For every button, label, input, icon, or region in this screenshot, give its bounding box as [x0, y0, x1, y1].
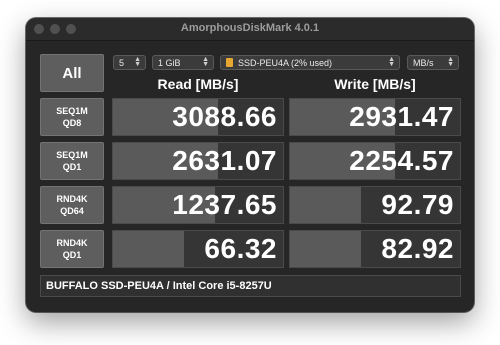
- seq1m-qd8-button[interactable]: SEQ1M QD8: [40, 98, 104, 136]
- test-size-value: 1 GiB: [158, 57, 181, 68]
- read-value: 2631.07: [172, 145, 277, 176]
- row-label-line1: RND4K: [56, 238, 88, 248]
- title-bar: AmorphousDiskMark 4.0.1: [26, 18, 474, 41]
- write-value: 2254.57: [349, 145, 454, 176]
- row-label-line2: QD64: [60, 206, 84, 216]
- window-title: AmorphousDiskMark 4.0.1: [180, 22, 320, 34]
- row-label-line1: SEQ1M: [56, 106, 88, 116]
- write-value: 82.92: [381, 233, 454, 264]
- row-label-line1: RND4K: [56, 194, 88, 204]
- seq1m-qd8-read-result: 3088.66: [112, 98, 284, 136]
- rnd4k-qd64-read-result: 1237.65: [112, 186, 284, 224]
- rnd4k-qd64-write-result: 92.79: [289, 186, 461, 224]
- test-size-select[interactable]: 1 GiB ▲ ▼: [152, 55, 214, 70]
- read-value: 1237.65: [172, 189, 277, 220]
- rnd4k-qd1-write-result: 82.92: [289, 230, 461, 268]
- rnd4k-qd1-read-result: 66.32: [112, 230, 284, 268]
- row-label-line2: QD1: [62, 162, 82, 172]
- test-count-select[interactable]: 5 ▲ ▼: [113, 55, 146, 70]
- seq1m-qd8-write-result: 2931.47: [289, 98, 461, 136]
- seq1m-qd1-write-result: 2254.57: [289, 142, 461, 180]
- drive-icon: [226, 58, 233, 67]
- drive-select[interactable]: SSD-PEU4A (2% used) ▲ ▼: [220, 55, 400, 70]
- read-bar: [113, 231, 185, 267]
- rnd4k-qd1-button[interactable]: RND4K QD1: [40, 230, 104, 268]
- run-all-button[interactable]: All: [40, 54, 104, 92]
- row-label-line2: QD8: [62, 118, 82, 128]
- chevron-updown-icon: ▲ ▼: [134, 56, 141, 68]
- comment-field[interactable]: BUFFALO SSD-PEU4A / Intel Core i5-8257U: [40, 275, 461, 297]
- chevron-updown-icon: ▲ ▼: [388, 56, 395, 68]
- read-column-header: Read [MB/s]: [157, 76, 239, 92]
- chevron-updown-icon: ▲ ▼: [202, 56, 209, 68]
- seq1m-qd1-read-result: 2631.07: [112, 142, 284, 180]
- read-value: 66.32: [204, 233, 277, 264]
- test-count-value: 5: [119, 57, 125, 68]
- unit-select[interactable]: MB/s ▲ ▼: [407, 55, 459, 70]
- write-value: 92.79: [381, 189, 454, 220]
- seq1m-qd1-button[interactable]: SEQ1M QD1: [40, 142, 104, 180]
- row-label-line1: SEQ1M: [56, 150, 88, 160]
- write-value: 2931.47: [349, 101, 454, 132]
- read-value: 3088.66: [172, 101, 277, 132]
- chevron-updown-icon: ▲ ▼: [447, 56, 454, 68]
- write-bar: [290, 187, 362, 223]
- app-window: AmorphousDiskMark 4.0.1 All 5 ▲ ▼ 1 GiB ▲…: [26, 18, 474, 312]
- drive-value: SSD-PEU4A (2% used): [238, 57, 333, 68]
- write-column-header: Write [MB/s]: [334, 76, 416, 92]
- unit-value: MB/s: [413, 57, 434, 68]
- rnd4k-qd64-button[interactable]: RND4K QD64: [40, 186, 104, 224]
- write-bar: [290, 231, 362, 267]
- row-label-line2: QD1: [62, 250, 82, 260]
